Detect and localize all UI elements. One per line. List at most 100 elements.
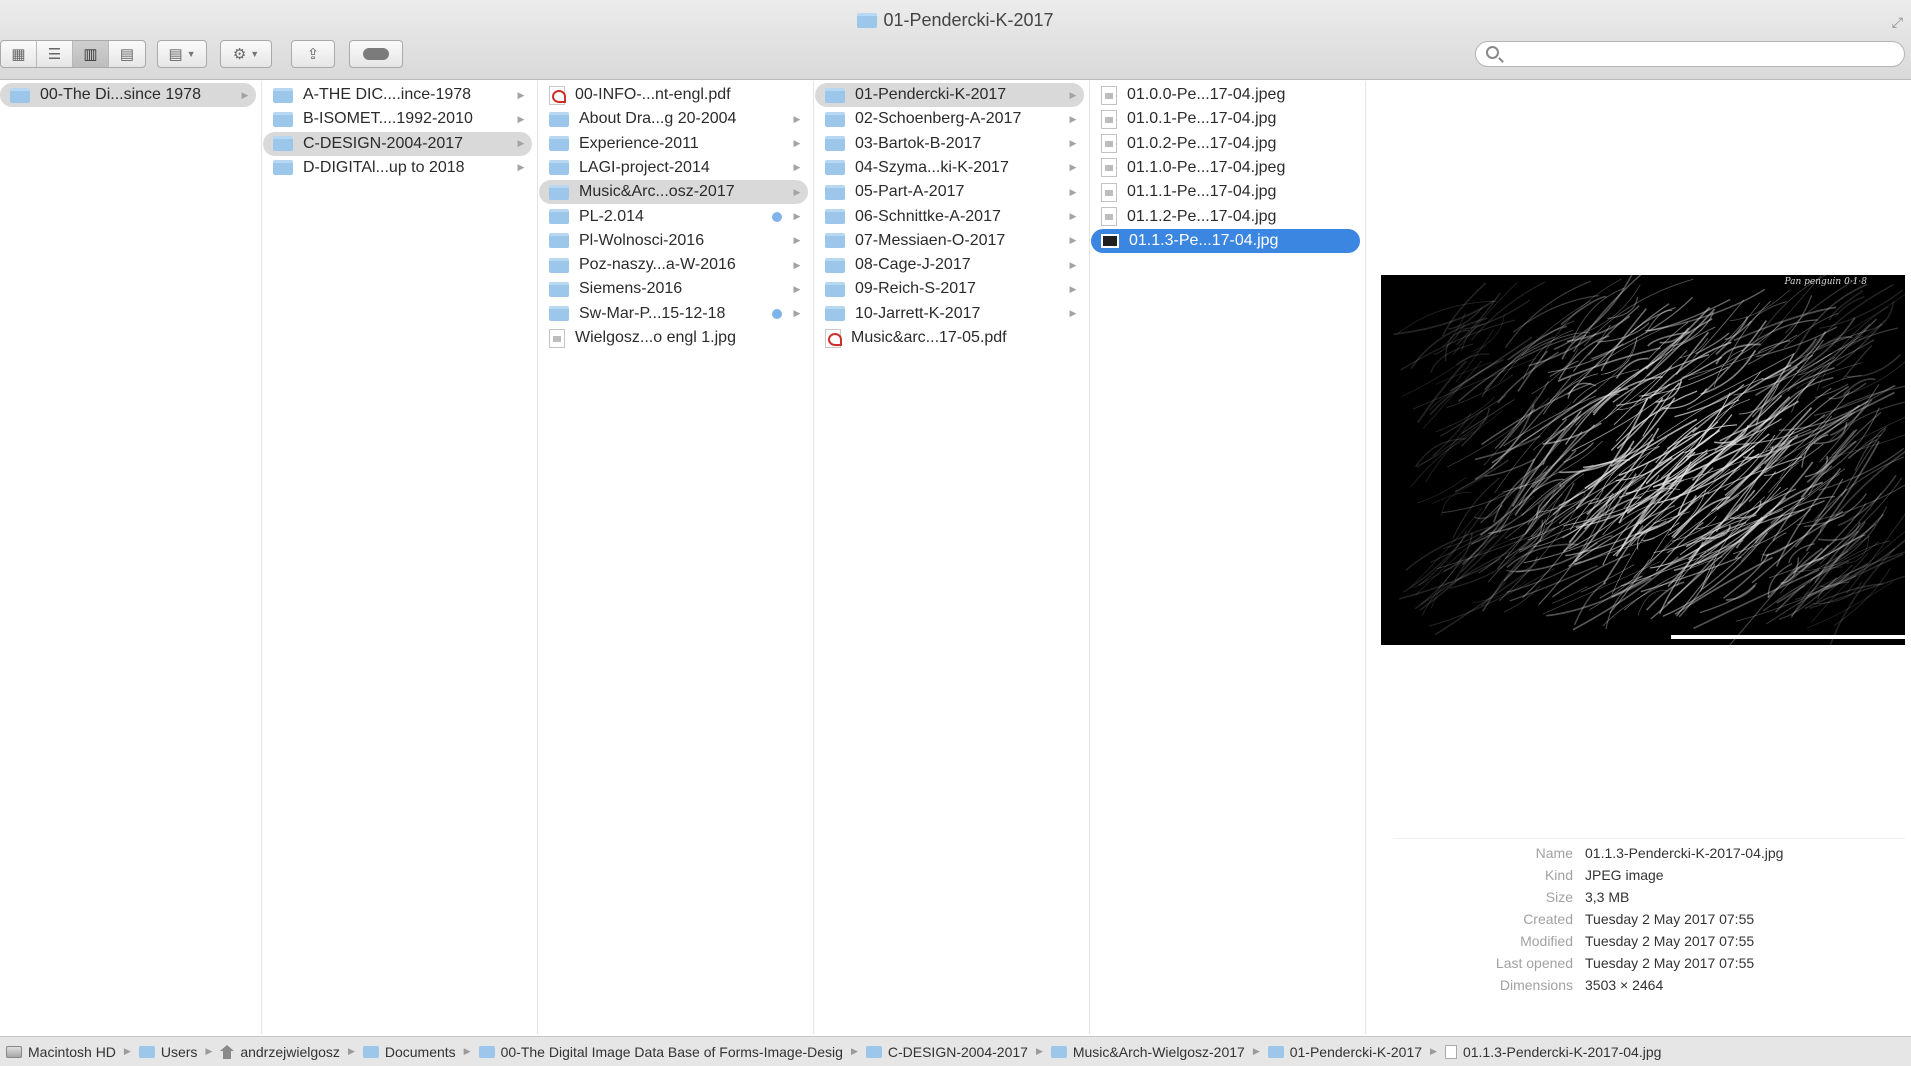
item-label: 02-Schoenberg-A-2017 bbox=[855, 110, 1022, 128]
item-label: Wielgosz...o engl 1.jpg bbox=[575, 329, 736, 346]
folder-item[interactable]: 03-Bartok-B-2017 ▶ bbox=[815, 132, 1084, 156]
folder-item[interactable]: A-THE DIC....ince-1978 ▶ bbox=[263, 83, 532, 107]
info-key: Kind bbox=[1544, 867, 1573, 883]
path-segment[interactable]: 01.1.3-Pendercki-K-2017-04.jpg bbox=[1444, 1044, 1661, 1060]
chevron-right-icon: ▶ bbox=[347, 1046, 355, 1056]
folder-icon bbox=[825, 209, 845, 224]
folder-item[interactable]: Experience-2011 ▶ bbox=[539, 132, 808, 156]
column-5[interactable]: 01.0.0-Pe...17-04.jpeg 01.0.1-Pe...17-04.… bbox=[1091, 81, 1366, 1034]
folder-item[interactable]: C-DESIGN-2004-2017 ▶ bbox=[263, 131, 532, 156]
view-mode-switcher: ▦ ☰ ▥ ▤ bbox=[0, 40, 146, 68]
path-segment[interactable]: Users ▶ bbox=[138, 1043, 220, 1060]
file-item[interactable]: Wielgosz...o engl 1.jpg bbox=[539, 326, 808, 350]
folder-item[interactable]: D-DIGITAl...up to 2018 ▶ bbox=[263, 156, 532, 180]
disclosure-arrow-icon: ▶ bbox=[1069, 211, 1077, 221]
path-segment[interactable]: 01-Pendercki-K-2017 ▶ bbox=[1267, 1044, 1445, 1060]
folder-icon bbox=[273, 136, 293, 152]
folder-icon bbox=[273, 111, 293, 127]
folder-icon bbox=[1050, 1045, 1067, 1058]
disk-icon bbox=[6, 1045, 22, 1058]
path-segment[interactable]: Macintosh HD ▶ bbox=[6, 1044, 139, 1060]
folder-item[interactable]: Pl-Wolnosci-2016 ▶ bbox=[539, 229, 808, 253]
item-label: Sw-Mar-P...15-12-18 bbox=[579, 304, 726, 322]
scribble-stroke bbox=[1616, 389, 1660, 410]
scribble-stroke bbox=[1788, 330, 1867, 365]
folder-item[interactable]: Siemens-2016 ▶ bbox=[539, 277, 808, 301]
cover-flow-view-button[interactable]: ▤ bbox=[109, 41, 145, 67]
image-file-icon bbox=[1101, 134, 1117, 154]
path-segment-label: andrzejwielgosz bbox=[240, 1043, 340, 1060]
disclosure-arrow-icon: ▶ bbox=[793, 211, 801, 221]
column-2[interactable]: A-THE DIC....ince-1978 ▶ B-ISOMET....1992-… bbox=[263, 81, 538, 1034]
folder-item[interactable]: 05-Part-A-2017 ▶ bbox=[815, 180, 1084, 204]
path-segment[interactable]: Music&Arch-Wielgosz-2017 ▶ bbox=[1050, 1044, 1268, 1060]
folder-icon bbox=[825, 136, 845, 152]
folder-item[interactable]: Music&Arc...osz-2017 ▶ bbox=[539, 180, 808, 205]
column-4[interactable]: 01-Pendercki-K-2017 ▶ 02-Schoenberg-A-2017… bbox=[815, 81, 1090, 1034]
item-label: Siemens-2016 bbox=[579, 280, 683, 298]
folder-icon bbox=[362, 1045, 379, 1058]
column-1[interactable]: 00-The Di...since 1978 ▶ bbox=[0, 81, 262, 1034]
path-segment[interactable]: andrzejwielgosz ▶ bbox=[220, 1044, 363, 1060]
folder-icon bbox=[1267, 1045, 1284, 1058]
file-item[interactable]: 01.1.0-Pe...17-04.jpeg bbox=[1091, 156, 1360, 180]
folder-item[interactable]: 00-The Di...since 1978 ▶ bbox=[0, 83, 256, 107]
folder-item[interactable]: Sw-Mar-P...15-12-18 ▶ bbox=[539, 302, 808, 326]
column-view-button[interactable]: ▥ bbox=[73, 41, 109, 67]
file-item[interactable]: 01.1.2-Pe...17-04.jpg bbox=[1091, 205, 1360, 229]
folder-item[interactable]: PL-2.014 ▶ bbox=[539, 205, 808, 229]
icon-view-button[interactable]: ▦ bbox=[1, 41, 37, 67]
folder-item[interactable]: 07-Messiaen-O-2017 ▶ bbox=[815, 229, 1084, 253]
folder-item[interactable]: 04-Szyma...ki-K-2017 ▶ bbox=[815, 156, 1084, 180]
path-segment[interactable]: 00-The Digital Image Data Base of Forms-… bbox=[478, 1044, 866, 1060]
path-segment-label: Documents bbox=[384, 1043, 456, 1060]
scribble-stroke bbox=[1806, 284, 1894, 354]
file-item[interactable]: 01.0.2-Pe...17-04.jpg bbox=[1091, 132, 1360, 156]
folder-item[interactable]: 08-Cage-J-2017 ▶ bbox=[815, 253, 1084, 277]
chevron-right-icon: ▶ bbox=[463, 1046, 471, 1056]
file-item[interactable]: Music&arc...17-05.pdf bbox=[815, 326, 1084, 350]
scribble-stroke bbox=[1752, 415, 1832, 518]
list-view-button[interactable]: ☰ bbox=[37, 41, 73, 67]
folder-item[interactable]: About Dra...g 20-2004 ▶ bbox=[539, 107, 808, 131]
disclosure-arrow-icon: ▶ bbox=[1069, 113, 1077, 124]
folder-item[interactable]: LAGI-project-2014 ▶ bbox=[539, 156, 808, 180]
fullscreen-icon[interactable]: ⤢ bbox=[1892, 14, 1903, 31]
folder-item[interactable]: 09-Reich-S-2017 ▶ bbox=[815, 277, 1084, 301]
arrange-button[interactable]: ▤ ▼ bbox=[157, 40, 207, 68]
folder-item[interactable]: 01-Pendercki-K-2017 ▶ bbox=[815, 83, 1084, 107]
file-item[interactable]: 01.1.3-Pe...17-04.jpg bbox=[1091, 228, 1360, 253]
search-input[interactable] bbox=[1508, 45, 1888, 63]
divider bbox=[1393, 838, 1905, 839]
scribble-stroke bbox=[1729, 551, 1810, 645]
file-item[interactable]: 01.0.0-Pe...17-04.jpeg bbox=[1091, 83, 1360, 107]
disclosure-arrow-icon: ▶ bbox=[1069, 89, 1077, 100]
item-label: D-DIGITAl...up to 2018 bbox=[303, 158, 465, 176]
path-segment[interactable]: Documents ▶ bbox=[362, 1043, 479, 1060]
preview-image: Pan penguin 0·1·8 bbox=[1381, 275, 1905, 645]
scribble-stroke bbox=[1573, 582, 1607, 626]
folder-item[interactable]: 02-Schoenberg-A-2017 ▶ bbox=[815, 107, 1084, 131]
action-button[interactable]: ⚙ ▼ bbox=[220, 40, 272, 68]
window-title-label: 01-Pendercki-K-2017 bbox=[883, 10, 1054, 30]
item-label: 05-Part-A-2017 bbox=[855, 183, 965, 201]
column-3[interactable]: 00-INFO-...nt-engl.pdf About Dra...g 20-2… bbox=[539, 81, 814, 1034]
folder-item[interactable]: B-ISOMET....1992-2010 ▶ bbox=[263, 107, 532, 131]
folder-item[interactable]: 10-Jarrett-K-2017 ▶ bbox=[815, 302, 1084, 326]
info-row: Modified Tuesday 2 May 2017 07:55 bbox=[1381, 933, 1905, 955]
path-segment-label: Users bbox=[160, 1043, 198, 1060]
share-button[interactable]: ⇪ bbox=[291, 40, 335, 68]
file-item[interactable]: 01.1.1-Pe...17-04.jpg bbox=[1091, 180, 1360, 204]
file-item[interactable]: 00-INFO-...nt-engl.pdf bbox=[539, 83, 808, 107]
info-key: Created bbox=[1523, 911, 1573, 927]
folder-item[interactable]: Poz-naszy...a-W-2016 ▶ bbox=[539, 253, 808, 277]
file-item[interactable]: 01.0.1-Pe...17-04.jpg bbox=[1091, 107, 1360, 131]
folder-item[interactable]: 06-Schnittke-A-2017 ▶ bbox=[815, 205, 1084, 229]
tags-button[interactable] bbox=[349, 40, 403, 68]
search-icon bbox=[1486, 46, 1499, 59]
item-label: 01.1.1-Pe...17-04.jpg bbox=[1127, 183, 1277, 201]
scribble-stroke bbox=[1665, 449, 1708, 481]
path-segment[interactable]: C-DESIGN-2004-2017 ▶ bbox=[865, 1044, 1051, 1060]
search-field[interactable] bbox=[1475, 41, 1905, 67]
item-label: Music&Arc...osz-2017 bbox=[579, 183, 735, 201]
